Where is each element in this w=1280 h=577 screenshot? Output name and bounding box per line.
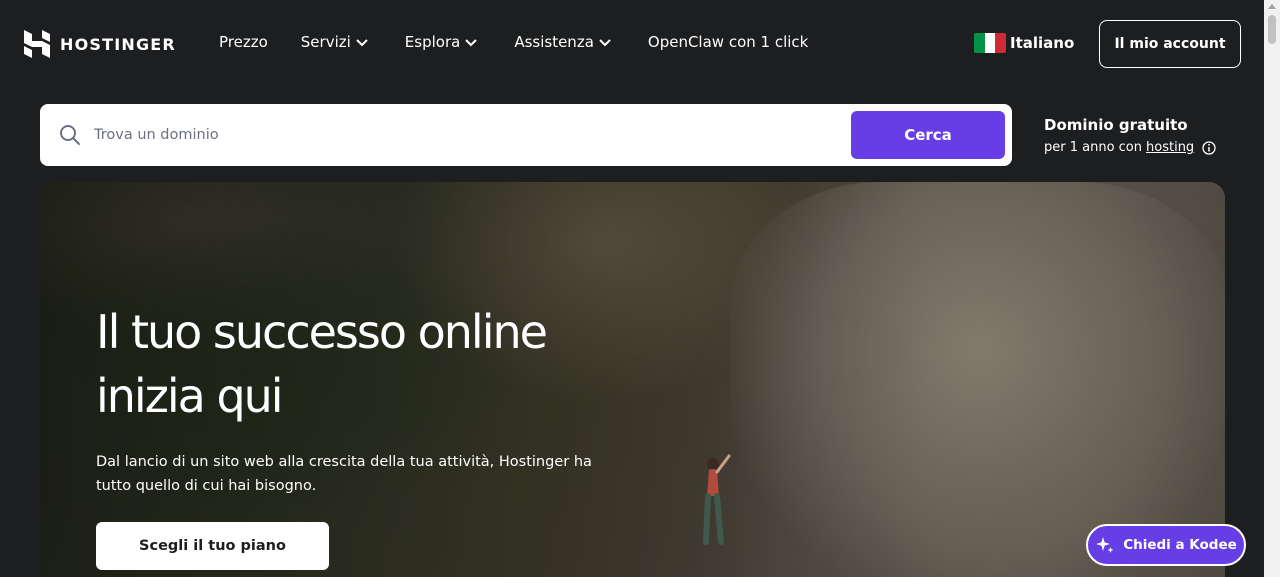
nav-item-openclaw[interactable]: OpenClaw con 1 click bbox=[648, 33, 808, 51]
nav-item-assistenza[interactable]: Assistenza bbox=[514, 33, 612, 51]
hero-section: Il tuo successo online inizia qui Dal la… bbox=[40, 182, 1225, 577]
scrollbar-thumb[interactable] bbox=[1268, 15, 1276, 44]
main-nav: Prezzo Servizi Esplora Assistenza OpenCl… bbox=[219, 33, 808, 51]
hostinger-logo[interactable]: HOSTINGER bbox=[24, 30, 176, 58]
language-selector[interactable]: Italiano bbox=[974, 33, 1074, 53]
search-icon bbox=[60, 125, 80, 145]
page-scrollbar[interactable] bbox=[1264, 0, 1280, 577]
domain-search-input[interactable] bbox=[94, 119, 874, 151]
chevron-down-icon bbox=[599, 39, 611, 47]
hero-title-line1: Il tuo successo online bbox=[96, 305, 548, 359]
hero-title: Il tuo successo online inizia qui bbox=[96, 300, 656, 428]
scroll-up-arrow-icon[interactable] bbox=[1268, 4, 1276, 9]
free-domain-subtitle: per 1 anno con hosting bbox=[1044, 140, 1216, 155]
choose-plan-button[interactable]: Scegli il tuo piano bbox=[96, 522, 329, 570]
climber-image bbox=[703, 454, 731, 545]
domain-search-bar: Cerca bbox=[40, 104, 1012, 166]
nav-item-servizi[interactable]: Servizi bbox=[301, 33, 369, 51]
nav-item-label: Prezzo bbox=[219, 33, 268, 51]
italy-flag-icon bbox=[974, 33, 1006, 53]
free-domain-promo: Dominio gratuito per 1 anno con hosting bbox=[1044, 116, 1216, 155]
hero-title-line2: inizia qui bbox=[96, 369, 284, 423]
nav-item-label: Servizi bbox=[300, 33, 351, 51]
sparkle-icon bbox=[1096, 537, 1114, 553]
logo-text: HOSTINGER bbox=[60, 34, 176, 54]
info-icon[interactable] bbox=[1202, 140, 1216, 155]
nav-item-label: OpenClaw con 1 click bbox=[647, 33, 809, 51]
chevron-down-icon bbox=[465, 39, 478, 47]
hosting-link[interactable]: hosting bbox=[1146, 140, 1194, 155]
nav-item-prezzo[interactable]: Prezzo bbox=[219, 33, 268, 51]
hostinger-logo-icon bbox=[24, 30, 50, 58]
chat-kodee-button[interactable]: Chiedi a Kodee bbox=[1086, 524, 1246, 566]
site-header: HOSTINGER Prezzo Servizi Esplora Assiste… bbox=[0, 0, 1264, 88]
language-label: Italiano bbox=[1010, 34, 1075, 52]
search-button[interactable]: Cerca bbox=[851, 111, 1005, 159]
hero-subtitle: Dal lancio di un sito web alla crescita … bbox=[96, 454, 592, 494]
nav-item-label: Esplora bbox=[404, 33, 461, 51]
chevron-down-icon bbox=[356, 39, 368, 47]
nav-item-esplora[interactable]: Esplora bbox=[405, 33, 479, 51]
free-domain-title: Dominio gratuito bbox=[1044, 116, 1188, 134]
nav-item-label: Assistenza bbox=[514, 33, 594, 51]
chat-kodee-label: Chiedi a Kodee bbox=[1123, 537, 1237, 553]
my-account-button[interactable]: Il mio account bbox=[1099, 20, 1241, 68]
free-domain-subtitle-text: per 1 anno con bbox=[1044, 140, 1143, 155]
